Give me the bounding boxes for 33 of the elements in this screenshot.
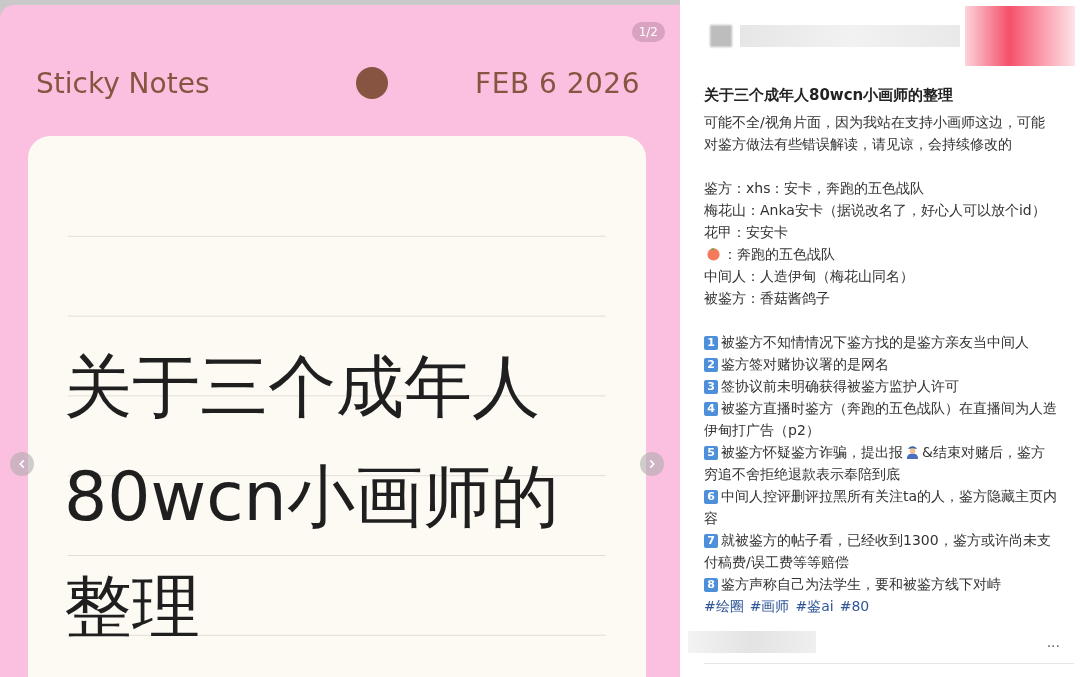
point-text: 1 被鉴方不知情情况下鉴方找的是鉴方亲友当中间人 (704, 331, 1058, 353)
handwritten-text: 整理 (64, 566, 201, 648)
blurred-avatar (710, 25, 732, 47)
hashtag-link[interactable]: #80 (839, 595, 870, 617)
more-button[interactable]: ... (1046, 634, 1060, 650)
role-text: 梅花山：Anka安卡（据说改名了，好心人可以放个id） (704, 201, 1047, 220)
role-text: 鉴方：xhs：安卡，奔跑的五色战队 (704, 179, 926, 198)
handwritten-text: 80wcn小画师的 (64, 456, 560, 538)
note-app-title: Sticky Notes (36, 66, 210, 100)
note-date: FEB 6 2026 (475, 66, 640, 100)
hashtag-link[interactable]: #鉴ai (795, 595, 834, 617)
role-text: 花甲：安安卡 (704, 223, 789, 242)
hashtag-link[interactable]: #绘圈 (704, 595, 744, 617)
role-text: 中间人：人造伊甸（梅花山同名） (704, 267, 915, 286)
point-text: 4 被鉴方直播时鉴方（奔跑的五色战队）在直播间为人造伊甸打广告（p2） (704, 399, 1058, 440)
dot-icon (356, 67, 389, 99)
next-button[interactable] (640, 452, 664, 476)
peach-icon (706, 246, 721, 261)
role-text: ：奔跑的五色战队 (723, 246, 835, 262)
post-intro: 可能不全/视角片面，因为我站在支持小画师这边，可能对鉴方做法有些错误解读，请见谅，会持续修改的 (704, 113, 1046, 154)
police-officer-icon (905, 444, 920, 459)
point-text: 3 签协议前未明确获得被鉴方监护人许可 (704, 375, 1058, 397)
hashtag-link[interactable]: #画师 (749, 595, 790, 617)
page-indicator: 1/2 (631, 22, 665, 42)
previous-button[interactable] (10, 452, 34, 476)
point-text: 2 鉴方签对赌协议署的是网名 (704, 353, 1058, 375)
point-text: 5 被鉴方怀疑鉴方诈骗，提出报 &结束对赌后，鉴方穷追不舍拒绝退款表示奉陪到底 (704, 443, 1046, 484)
post-title: 关于三个成年人80wcn小画师的整理 (704, 85, 955, 106)
role-text: 被鉴方：香菇酱鸽子 (704, 289, 831, 308)
point-text: 6 中间人控评删评拉黑所有关注ta的人，鉴方隐藏主页内容 (704, 487, 1058, 528)
handwritten-text: 关于三个成年人 (64, 346, 541, 428)
point-text: 8 鉴方声称自己为法学生，要和被鉴方线下对峙 (704, 573, 1058, 595)
point-text: 7 就被鉴方的帖子看，已经收到1300，鉴方或许尚未支付稿费/误工费等等赔偿 (704, 531, 1052, 572)
